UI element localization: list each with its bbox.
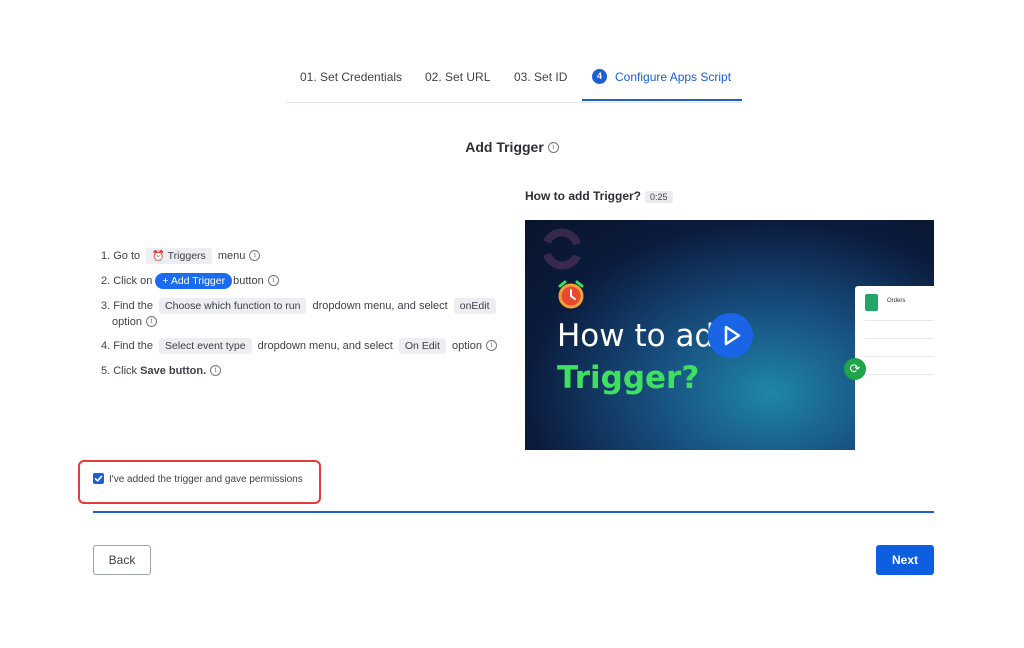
step-1: 1. Go to ⏰ Triggers menu i [101,248,501,264]
progress-line [93,511,934,513]
info-icon[interactable]: i [547,141,559,153]
info-icon[interactable]: i [145,315,157,327]
google-sheets-icon [865,294,878,311]
event-type-chip: Select event type [159,338,252,354]
step-5: 5. Click Save button. i [101,363,501,379]
sync-icon: ⟳ [844,358,866,380]
tab-set-id[interactable]: 03. Set ID [514,62,567,101]
step-4: 4. Find the Select event type dropdown m… [101,338,501,354]
next-button[interactable]: Next [876,545,934,575]
tab-set-credentials[interactable]: 01. Set Credentials [300,62,402,101]
alarm-clock-icon: ⏰ [152,251,165,262]
step-number-badge: 4 [592,69,607,85]
step-text: 2. Click on [101,275,153,287]
step-text: option [451,340,482,352]
tab-label: Configure Apps Script [615,70,732,84]
sync-icon [543,228,581,270]
triggers-chip: ⏰ Triggers [146,248,212,264]
stepper-tabs: 01. Set Credentials 02. Set URL 03. Set … [286,62,742,103]
sheet-divider [865,374,934,375]
save-button-text: Save button. [140,365,207,377]
onedit-chip: onEdit [453,298,496,314]
step-3: 3. Find the Choose which function to run… [101,298,501,330]
page-title: Add Trigger [465,139,544,155]
step-text: 1. Go to [101,250,141,262]
page-title-row: Add Trigger i [0,139,1024,155]
step-text: option [112,316,142,328]
step-text: button [233,275,264,287]
sheet-label: Orders [887,298,906,304]
checkbox-label: I've added the trigger and gave permissi… [109,474,303,486]
step-text: 5. Click [101,365,138,377]
function-dropdown-chip: Choose which function to run [159,298,307,314]
permissions-checkbox-row[interactable]: I've added the trigger and gave permissi… [93,473,303,486]
instruction-steps: 1. Go to ⏰ Triggers menu i 2. Click on + Ad… [101,248,501,388]
back-button[interactable]: Back [93,545,151,575]
step-text: dropdown menu, and select [312,300,448,312]
sheet-divider [865,338,934,339]
play-icon [724,325,741,346]
add-trigger-chip: + Add Trigger [155,273,233,289]
info-icon[interactable]: i [249,249,261,261]
video-title-row: How to add Trigger? 0:25 [525,189,673,203]
permissions-checkbox[interactable] [93,473,104,484]
info-icon[interactable]: i [210,364,222,376]
video-duration-badge: 0:25 [645,191,673,203]
tab-set-url[interactable]: 02. Set URL [425,62,490,101]
checkmark-icon [94,475,103,482]
step-text: dropdown menu, and select [257,340,393,352]
sheet-divider [865,356,934,357]
chip-label: Triggers [167,250,206,262]
on-edit-chip: On Edit [398,338,446,354]
info-icon[interactable]: i [267,274,279,286]
step-text: 4. Find the [101,340,153,352]
spreadsheet-preview: Orders [855,286,934,450]
step-text: menu [217,250,246,262]
step-2: 2. Click on + Add Trigger button i [101,273,501,289]
alarm-clock-icon [558,280,584,309]
info-icon[interactable]: i [485,339,497,351]
video-thumbnail[interactable]: How to add Trigger? Orders ⟳ [525,220,934,450]
tab-configure-apps-script[interactable]: 4 Configure Apps Script [582,62,742,101]
video-title: How to add Trigger? [525,189,641,203]
video-heading-line2: Trigger? [557,360,700,396]
sheet-divider [865,320,934,321]
step-text: 3. Find the [101,300,153,312]
play-button[interactable] [708,313,753,358]
